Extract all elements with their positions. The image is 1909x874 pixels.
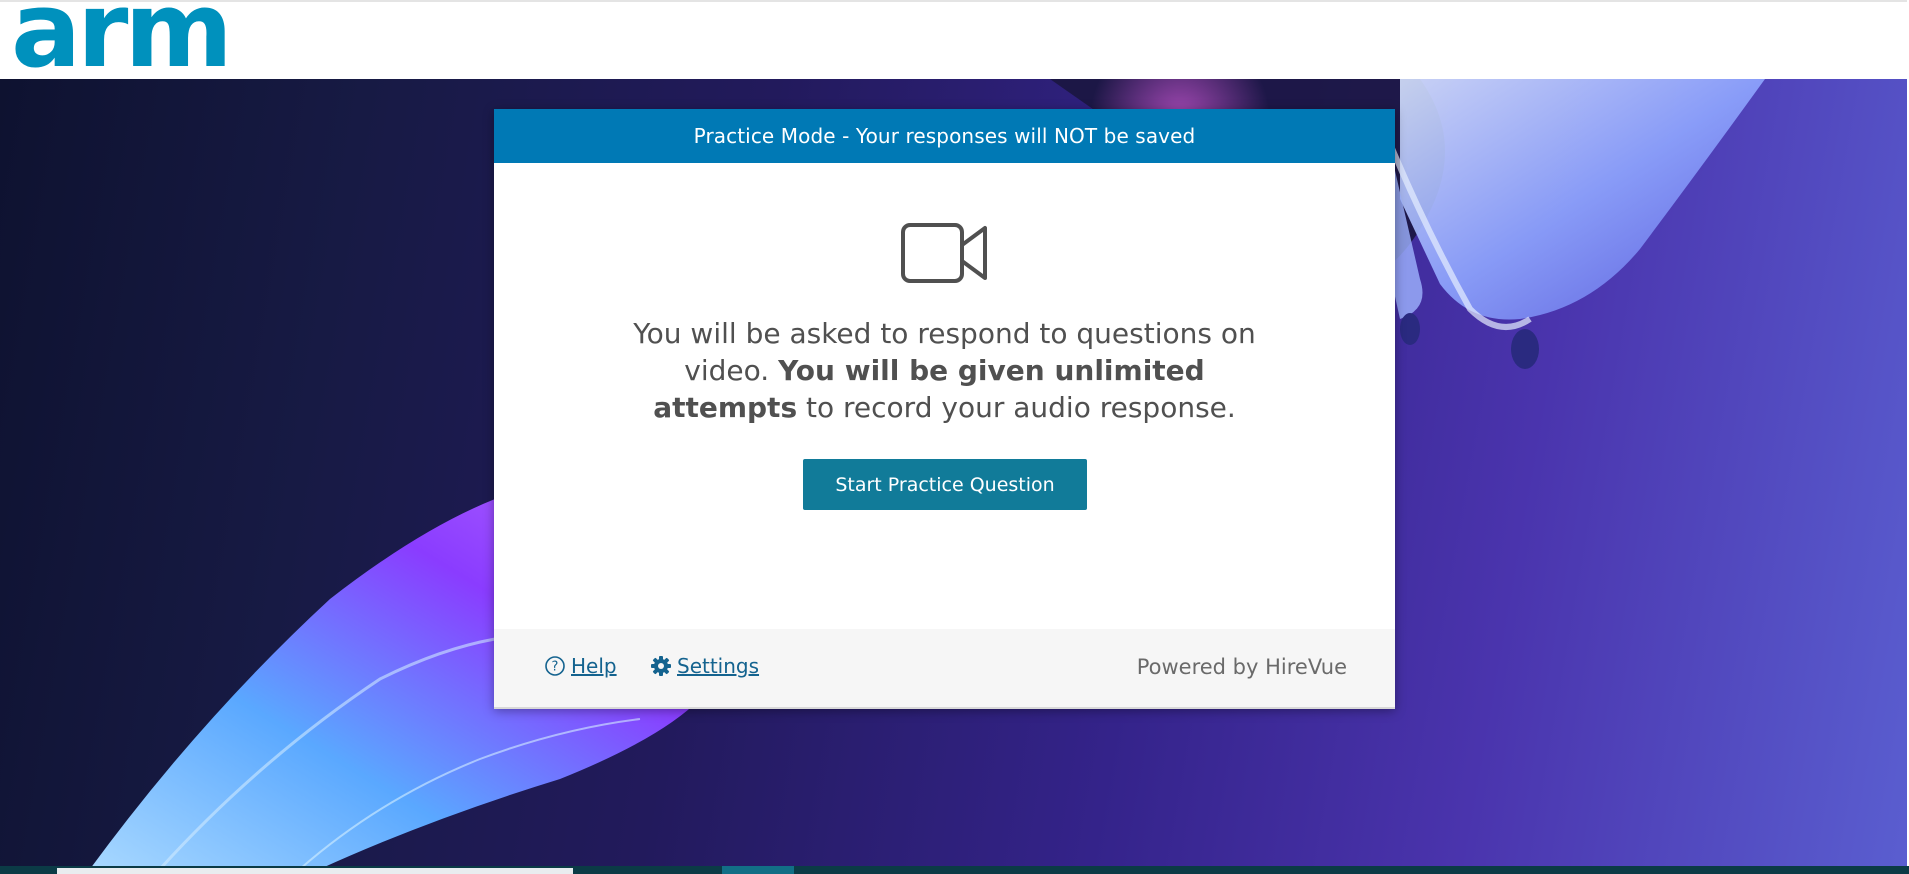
settings-link[interactable]: Settings [650, 654, 759, 678]
practice-modal: Practice Mode - Your responses will NOT … [494, 109, 1395, 709]
question-circle-icon: ? [545, 656, 565, 676]
svg-text:?: ? [552, 660, 559, 675]
powered-by-text: Powered by HireVue [1136, 655, 1347, 679]
help-link[interactable]: ? Help [544, 654, 617, 678]
gear-icon [651, 656, 671, 676]
modal-body: You will be asked to respond to question… [494, 163, 1395, 629]
help-label: Help [571, 654, 617, 678]
top-bar: arm [0, 0, 1909, 80]
taskbar-item-active[interactable] [722, 866, 794, 874]
modal-footer: ? Help Settings Powered by HireVue [494, 629, 1395, 709]
settings-label: Settings [677, 654, 760, 678]
instructions-part-2: to record your audio response. [797, 391, 1236, 424]
video-camera-icon [901, 223, 987, 283]
practice-mode-banner: Practice Mode - Your responses will NOT … [494, 109, 1395, 163]
instructions-text: You will be asked to respond to question… [614, 315, 1275, 426]
start-practice-question-button[interactable]: Start Practice Question [803, 459, 1087, 510]
taskbar-item[interactable] [57, 868, 573, 874]
arm-logo: arm [11, 0, 233, 80]
svg-text:arm: arm [11, 0, 229, 80]
page: arm Practice Mode - Your responses will … [0, 0, 1909, 874]
taskbar-strip [0, 866, 1909, 874]
